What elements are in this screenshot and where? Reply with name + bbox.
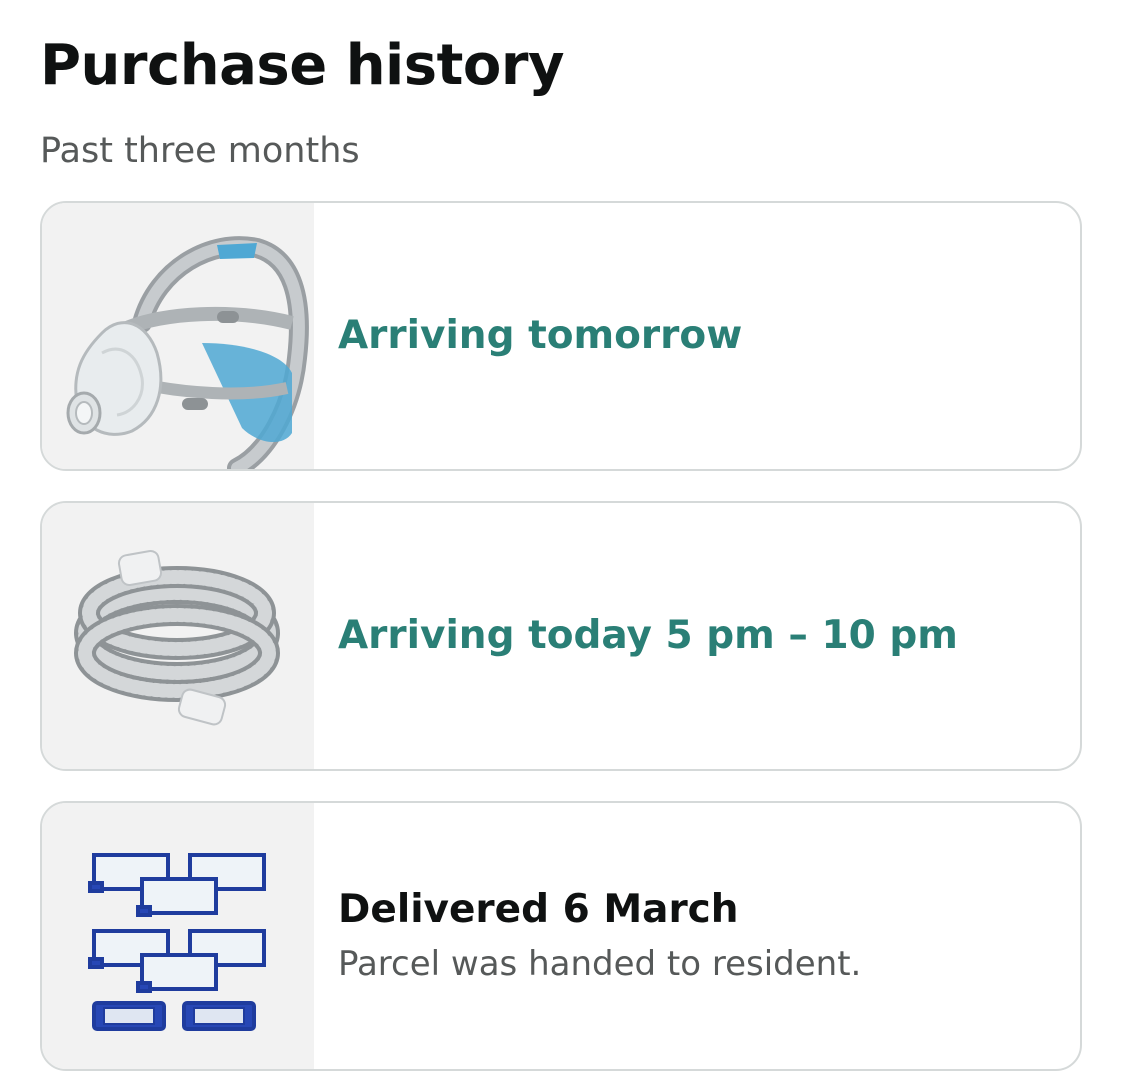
order-status: Arriving tomorrow <box>338 312 743 358</box>
cpap-mask-icon <box>66 236 309 469</box>
order-card[interactable]: Delivered 6 March Parcel was handed to r… <box>40 801 1082 1071</box>
order-status: Arriving today 5 pm – 10 pm <box>338 612 958 658</box>
page-title: Purchase history <box>40 33 564 98</box>
page-subtitle: Past three months <box>40 131 360 171</box>
order-card[interactable]: Arriving today 5 pm – 10 pm <box>40 501 1082 771</box>
order-card[interactable]: Arriving tomorrow <box>40 201 1082 471</box>
order-detail: Parcel was handed to resident. <box>338 944 862 985</box>
product-thumbnail <box>42 803 314 1069</box>
product-thumbnail <box>42 203 314 469</box>
product-thumbnail <box>42 503 314 769</box>
cpap-filters-icon <box>88 853 266 1031</box>
order-status: Delivered 6 March <box>338 886 739 932</box>
cpap-tubing-icon <box>74 550 280 726</box>
